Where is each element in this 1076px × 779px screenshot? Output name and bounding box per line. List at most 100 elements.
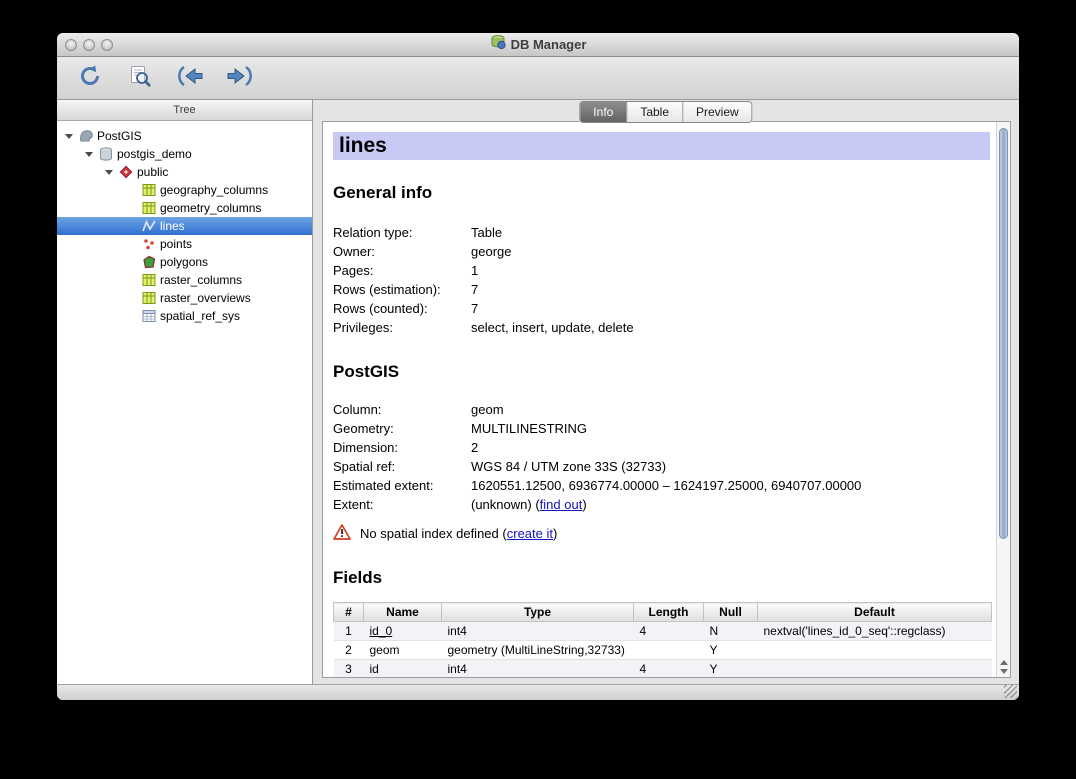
general-info-heading: General info (333, 182, 992, 203)
resize-grip[interactable] (1004, 685, 1017, 698)
info-value: george (471, 242, 992, 261)
tree-item-postgis[interactable]: PostGIS (57, 127, 312, 145)
postgis-rows: Column:geom Geometry:MULTILINESTRING Dim… (333, 400, 992, 514)
info-value: WGS 84 / UTM zone 33S (32733) (471, 457, 992, 476)
tree-item-raster-overviews[interactable]: raster_overviews (57, 289, 312, 307)
info-row: Pages:1 (333, 261, 992, 280)
window-controls (65, 39, 113, 51)
disclosure-triangle[interactable] (82, 152, 95, 157)
info-value: 7 (471, 299, 992, 318)
column-header-null: Null (704, 603, 758, 622)
import-layer-button[interactable] (175, 63, 205, 93)
tree-item-label: postgis_demo (117, 147, 192, 161)
tree-item-public[interactable]: public (57, 163, 312, 181)
paren-close: ) (553, 526, 557, 541)
warning-icon (333, 524, 351, 543)
field-length: 4 (634, 622, 704, 641)
tree-item-label: polygons (160, 255, 208, 269)
close-button[interactable] (65, 39, 77, 51)
scroll-down-button[interactable] (1000, 669, 1008, 674)
zoom-button[interactable] (101, 39, 113, 51)
scrollbar-thumb[interactable] (999, 128, 1008, 539)
refresh-icon (78, 64, 102, 93)
create-it-link[interactable]: create it (507, 526, 553, 541)
tree-item-label: geometry_columns (160, 201, 261, 215)
scroll-up-button[interactable] (1000, 660, 1008, 665)
info-label: Column: (333, 400, 471, 419)
info-label: Relation type: (333, 223, 471, 242)
find-out-link[interactable]: find out (540, 497, 583, 512)
polygon-layer-icon (141, 255, 157, 269)
field-row: 1 id_0 int4 4 N nextval('lines_id_0_seq'… (334, 622, 992, 641)
column-header-length: Length (634, 603, 704, 622)
titlebar[interactable]: DB Manager (57, 33, 1019, 57)
line-layer-icon (141, 219, 157, 233)
info-label: Geometry: (333, 419, 471, 438)
general-info-rows: Relation type:Table Owner:george Pages:1… (333, 223, 992, 337)
tree-panel-header: Tree (57, 100, 312, 121)
schema-icon (118, 165, 134, 179)
field-null: Y (704, 660, 758, 678)
postgis-elephant-icon (78, 129, 94, 143)
minimize-button[interactable] (83, 39, 95, 51)
info-value: MULTILINESTRING (471, 419, 992, 438)
paren-close: ) (582, 497, 586, 512)
info-value: 2 (471, 438, 992, 457)
tree-item-spatial-ref-sys[interactable]: spatial_ref_sys (57, 307, 312, 325)
export-arrow-icon (226, 64, 254, 93)
db-tree: PostGIS postgis_demo public geography_co… (57, 121, 312, 684)
sql-window-button[interactable] (125, 63, 155, 93)
info-label: Extent: (333, 495, 471, 514)
field-null: Y (704, 641, 758, 660)
disclosure-triangle[interactable] (62, 134, 75, 139)
info-row: Column:geom (333, 400, 992, 419)
tab-info[interactable]: Info (580, 102, 626, 122)
tree-item-label: points (160, 237, 192, 251)
tree-panel: Tree PostGIS postgis_demo public (57, 100, 313, 684)
disclosure-triangle[interactable] (102, 170, 115, 175)
tree-item-geometry-columns[interactable]: geometry_columns (57, 199, 312, 217)
field-num: 3 (334, 660, 364, 678)
field-null: N (704, 622, 758, 641)
field-row: 3 id int4 4 Y (334, 660, 992, 678)
field-name-link[interactable]: id_0 (370, 624, 393, 638)
tree-item-postgis-demo[interactable]: postgis_demo (57, 145, 312, 163)
info-row: Geometry:MULTILINESTRING (333, 419, 992, 438)
info-label: Rows (estimation): (333, 280, 471, 299)
info-scroll-area: lines General info Relation type:Table O… (323, 122, 996, 677)
tab-preview[interactable]: Preview (682, 102, 752, 122)
tree-item-label: lines (160, 219, 185, 233)
info-label: Estimated extent: (333, 476, 471, 495)
tree-item-geography-columns[interactable]: geography_columns (57, 181, 312, 199)
info-value: 1 (471, 261, 992, 280)
tree-item-points[interactable]: points (57, 235, 312, 253)
field-name: geom (364, 641, 442, 660)
database-icon (98, 147, 114, 161)
postgis-heading: PostGIS (333, 361, 992, 382)
info-value: (unknown) (find out) (471, 495, 992, 514)
tree-item-lines[interactable]: lines (57, 217, 312, 235)
column-header-type: Type (442, 603, 634, 622)
column-header-num: # (334, 603, 364, 622)
db-manager-window: DB Manager Tree PostGIS (57, 33, 1019, 700)
table-green-icon (141, 291, 157, 305)
info-row: Rows (estimation):7 (333, 280, 992, 299)
vertical-scrollbar[interactable] (996, 122, 1010, 677)
export-layer-button[interactable] (225, 63, 255, 93)
field-length: 4 (634, 660, 704, 678)
info-row: Estimated extent:1620551.12500, 6936774.… (333, 476, 992, 495)
field-default (758, 660, 992, 678)
table-green-icon (141, 201, 157, 215)
info-row: Privileges:select, insert, update, delet… (333, 318, 992, 337)
tree-item-polygons[interactable]: polygons (57, 253, 312, 271)
fields-heading: Fields (333, 567, 992, 588)
extent-value: (unknown) (471, 497, 532, 512)
window-title: DB Manager (511, 37, 587, 52)
refresh-button[interactable] (75, 63, 105, 93)
tree-item-raster-columns[interactable]: raster_columns (57, 271, 312, 289)
table-green-icon (141, 183, 157, 197)
tab-table[interactable]: Table (626, 102, 682, 122)
tree-item-label: geography_columns (160, 183, 268, 197)
tree-item-label: raster_columns (160, 273, 242, 287)
info-label: Owner: (333, 242, 471, 261)
